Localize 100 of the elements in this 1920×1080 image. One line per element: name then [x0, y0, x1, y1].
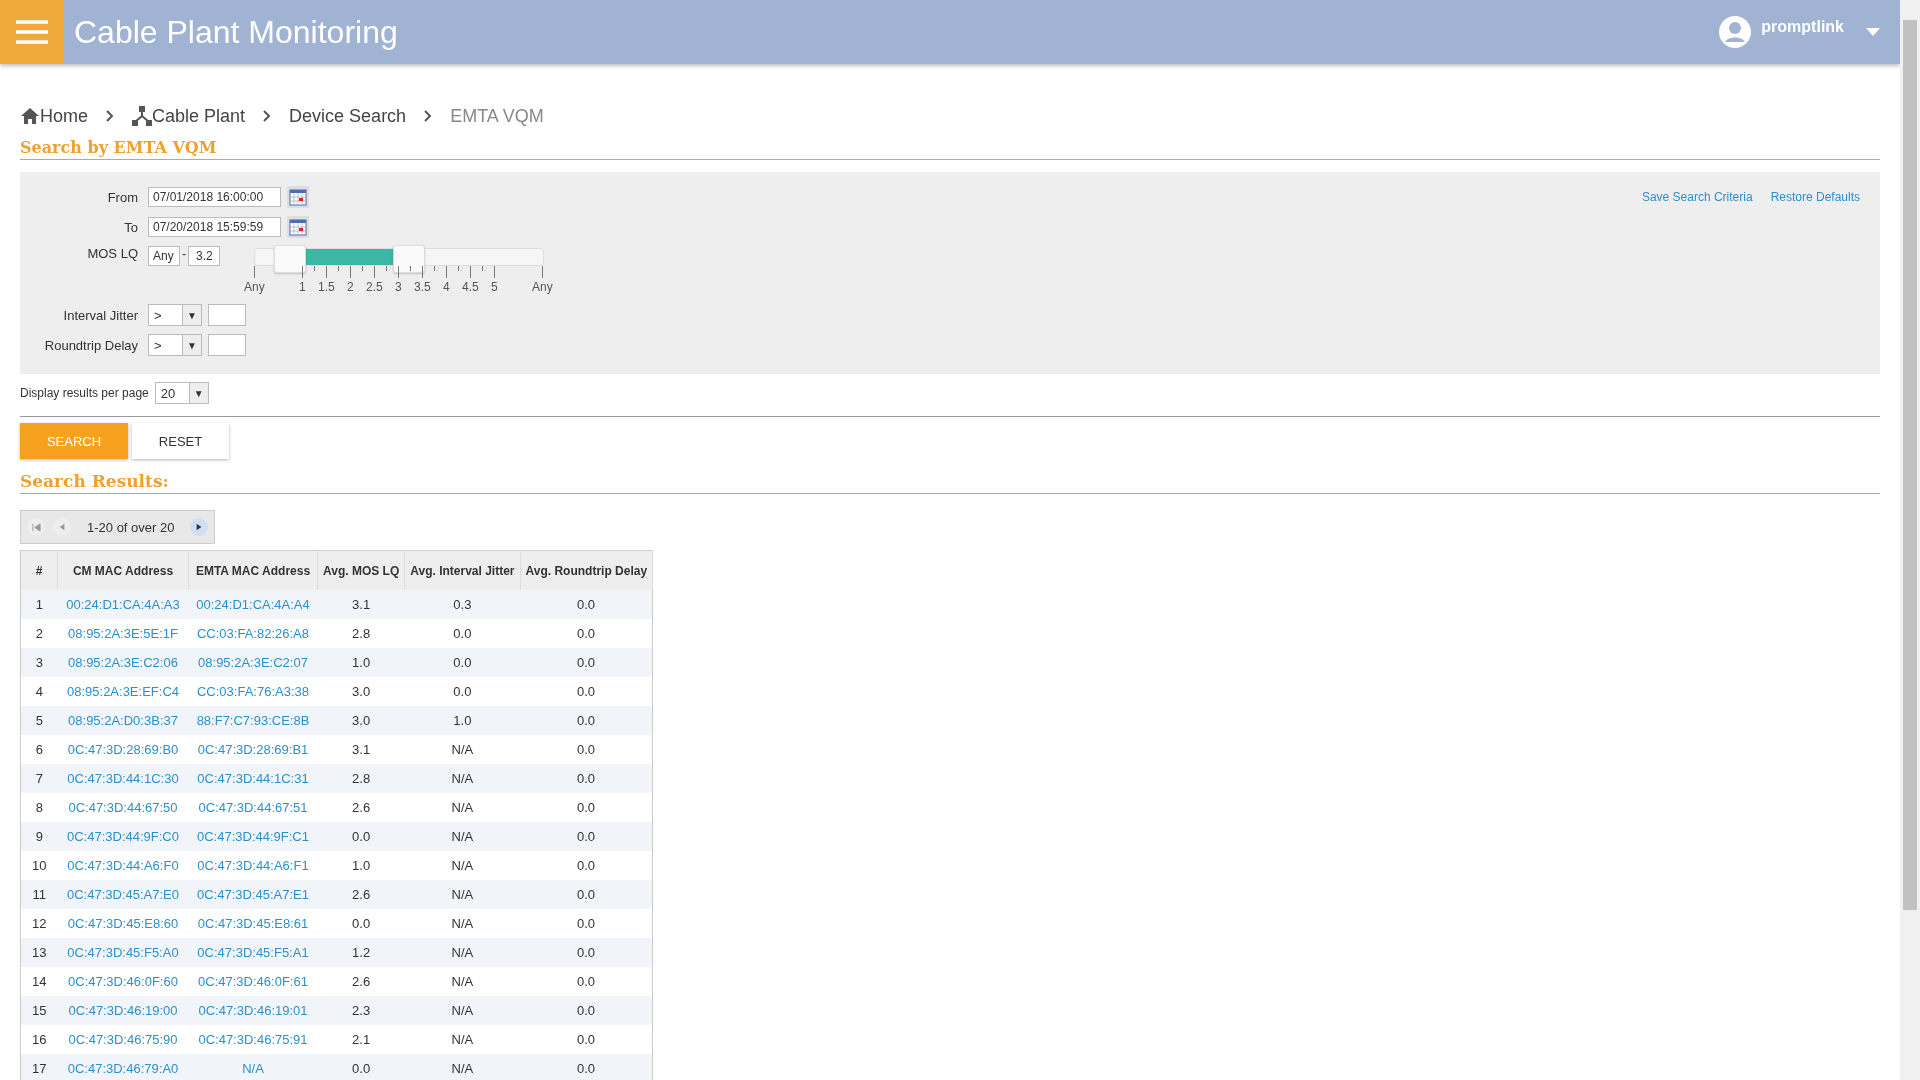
table-cell: 0.0 [520, 880, 653, 909]
mac-address-link[interactable]: 08:95:2A:3E:C2:07 [188, 648, 318, 677]
tick-label: Any [244, 280, 265, 294]
next-icon [195, 523, 204, 531]
user-name[interactable]: promptlink [1761, 18, 1844, 36]
slider-handle[interactable] [393, 245, 426, 273]
mac-address-link[interactable]: 00:24:D1:CA:4A:A4 [188, 590, 318, 619]
value-field[interactable] [208, 304, 246, 326]
breadcrumb-item[interactable]: Cable Plant [152, 105, 246, 127]
date-field[interactable]: 07/20/2018 15:59:59 [148, 217, 281, 237]
mac-address-link[interactable]: 0C:47:3D:44:9F:C0 [57, 822, 189, 851]
mac-address-link[interactable]: 0C:47:3D:46:79:A0 [57, 1054, 189, 1080]
operator-dropdown[interactable]: > ▼ [148, 334, 202, 356]
table-cell: 0.0 [317, 909, 405, 938]
mac-address-link[interactable]: 0C:47:3D:45:E8:61 [188, 909, 318, 938]
scrollbar[interactable] [1900, 0, 1920, 1080]
table-cell: 0.0 [520, 619, 653, 648]
mac-address-link[interactable]: 08:95:2A:D0:3B:37 [57, 706, 189, 735]
mac-address-link[interactable]: 0C:47:3D:28:69:B1 [188, 735, 318, 764]
table-cell: 2.8 [317, 764, 405, 793]
column-header: CM MAC Address [57, 550, 189, 590]
table-cell: 0.0 [520, 735, 653, 764]
min-field[interactable]: Any [148, 246, 180, 266]
mac-address-link[interactable]: 0C:47:3D:46:0F:61 [188, 967, 318, 996]
table-cell: 0.0 [520, 967, 653, 996]
max-field[interactable]: 3.2 [188, 246, 221, 266]
mac-address-link[interactable]: 0C:47:3D:46:19:00 [57, 996, 189, 1025]
table-cell: N/A [404, 1054, 520, 1080]
table-cell: N/A [404, 938, 520, 967]
table-cell: N/A [404, 851, 520, 880]
app-title: Cable Plant Monitoring [74, 13, 399, 51]
menu-icon [16, 20, 48, 44]
mac-address-link[interactable]: 0C:47:3D:44:67:50 [57, 793, 189, 822]
mac-address-link[interactable]: 0C:47:3D:45:F5:A0 [57, 938, 189, 967]
menu-button[interactable] [0, 0, 64, 64]
mac-address-link[interactable]: 08:95:2A:3E:C2:06 [57, 648, 189, 677]
mac-address-link[interactable]: CC:03:FA:76:A3:38 [188, 677, 318, 706]
mac-address-link[interactable]: 0C:47:3D:44:A6:F1 [188, 851, 318, 880]
tick-label: 2.5 [366, 280, 383, 294]
tick-label: Any [532, 280, 553, 294]
calendar-icon[interactable] [287, 186, 309, 208]
table-cell: 2.6 [317, 880, 405, 909]
breadcrumb-item[interactable]: Device Search [289, 105, 407, 127]
mac-address-link[interactable]: 88:F7:C7:93:CE:8B [188, 706, 318, 735]
table-cell: N/A [404, 909, 520, 938]
mac-address-link[interactable]: 08:95:2A:3E:5E:1F [57, 619, 189, 648]
mac-address-link[interactable]: 0C:47:3D:44:1C:30 [57, 764, 189, 793]
field-label: From [106, 189, 138, 205]
table-cell: N/A [404, 967, 520, 996]
mac-address-link[interactable]: 08:95:2A:3E:EF:C4 [57, 677, 189, 706]
mac-address-link[interactable]: 0C:47:3D:44:A6:F0 [57, 851, 189, 880]
column-header: Avg. Interval Jitter [404, 550, 520, 590]
table-cell: 0.0 [404, 677, 520, 706]
reset-button[interactable]: RESET [132, 423, 229, 459]
mac-address-link[interactable]: 0C:47:3D:46:0F:60 [57, 967, 189, 996]
table-cell: 16 [20, 1025, 58, 1054]
user-avatar-icon[interactable] [1719, 16, 1752, 48]
tick-label: 4 [443, 280, 450, 294]
mac-address-link[interactable]: 0C:47:3D:44:67:51 [188, 793, 318, 822]
field-label: Display results per page [20, 386, 149, 400]
table-cell: 1.0 [317, 851, 405, 880]
mac-address-link[interactable]: 0C:47:3D:44:9F:C1 [188, 822, 318, 851]
table-cell: 2.6 [317, 793, 405, 822]
link[interactable]: Save Search Criteria [1641, 190, 1753, 204]
first-page-button[interactable] [27, 518, 45, 536]
mac-address-link[interactable]: CC:03:FA:82:26:A8 [188, 619, 318, 648]
link[interactable]: Restore Defaults [1770, 190, 1860, 204]
mac-address-link[interactable]: 0C:47:3D:28:69:B0 [57, 735, 189, 764]
per-page-dropdown[interactable]: 20 ▼ [154, 382, 209, 404]
table-cell: 0.0 [520, 793, 653, 822]
calendar-icon[interactable] [287, 216, 309, 238]
value-field[interactable] [208, 334, 246, 356]
mac-address-link[interactable]: 0C:47:3D:45:F5:A1 [188, 938, 318, 967]
previous-icon [58, 523, 66, 531]
search-button[interactable]: SEARCH [20, 423, 128, 459]
field-label: MOS LQ [86, 246, 138, 261]
mac-address-link[interactable]: 0C:47:3D:46:75:90 [57, 1025, 189, 1054]
mac-address-link[interactable]: 0C:47:3D:45:A7:E0 [57, 880, 189, 909]
previous-page-button[interactable] [53, 518, 71, 536]
dropdown-caret-icon[interactable] [1866, 28, 1880, 36]
mac-address-link[interactable]: 0C:47:3D:45:E8:60 [57, 909, 189, 938]
table-cell: 0.0 [317, 822, 405, 851]
mac-address-link[interactable]: 0C:47:3D:45:A7:E1 [188, 880, 318, 909]
mac-address-link[interactable]: 0C:47:3D:44:1C:31 [188, 764, 318, 793]
next-page-button[interactable] [190, 518, 209, 536]
date-field[interactable]: 07/01/2018 16:00:00 [148, 187, 281, 207]
mac-address-link[interactable]: 0C:47:3D:46:75:91 [188, 1025, 318, 1054]
slider-handle[interactable] [273, 245, 306, 273]
table-cell: 1 [20, 590, 58, 619]
table-cell: 4 [20, 677, 58, 706]
breadcrumb-item[interactable]: Home [40, 105, 88, 127]
mac-address-link[interactable]: 00:24:D1:CA:4A:A3 [57, 590, 189, 619]
table-cell: 0.0 [404, 619, 520, 648]
section-title: Search Results: [20, 471, 1880, 494]
table-cell: 3.1 [317, 735, 405, 764]
table-cell: 0.0 [520, 909, 653, 938]
mac-address-link[interactable]: 0C:47:3D:46:19:01 [188, 996, 318, 1025]
table-cell: 15 [20, 996, 58, 1025]
tick-label: 3.5 [414, 280, 431, 294]
operator-dropdown[interactable]: > ▼ [148, 304, 202, 326]
